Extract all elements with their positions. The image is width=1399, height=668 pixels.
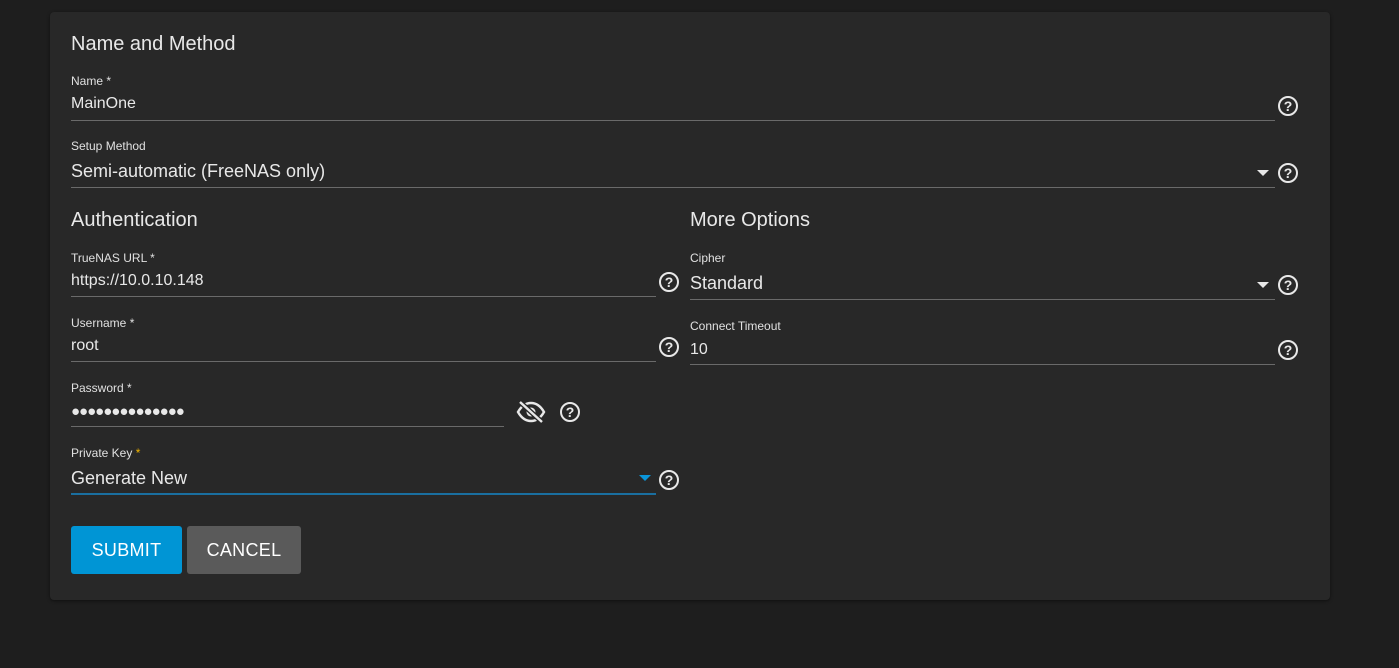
cipher-help-icon[interactable]: ?	[1278, 275, 1298, 295]
setup-method-help-icon[interactable]: ?	[1278, 163, 1298, 183]
setup-method-value[interactable]: Semi-automatic (FreeNAS only)	[71, 161, 325, 181]
cipher-select[interactable]: Cipher Standard	[690, 251, 1275, 301]
username-field[interactable]: Username * root	[71, 316, 656, 364]
truenas-url-underline	[71, 296, 656, 297]
password-input[interactable]: ●●●●●●●●●●●●●●	[71, 402, 185, 422]
visibility-off-icon[interactable]	[516, 400, 546, 424]
connect-timeout-input[interactable]: 10	[690, 340, 708, 360]
connect-timeout-label: Connect Timeout	[690, 319, 781, 333]
section-title-authentication: Authentication	[71, 209, 198, 231]
private-key-value[interactable]: Generate New	[71, 468, 187, 488]
name-help-icon[interactable]: ?	[1278, 96, 1298, 116]
connect-timeout-field[interactable]: Connect Timeout 10	[690, 319, 1275, 367]
submit-button[interactable]: SUBMIT	[71, 526, 182, 574]
replication-form-card: Name and Method Name * MainOne ? Setup M…	[50, 12, 1330, 600]
password-help-icon[interactable]: ?	[560, 402, 580, 422]
name-label: Name *	[71, 74, 112, 88]
name-underline	[71, 120, 1275, 121]
cipher-value[interactable]: Standard	[690, 273, 763, 293]
password-label: Password *	[71, 381, 132, 395]
setup-method-underline	[71, 187, 1275, 188]
cancel-button[interactable]: CANCEL	[187, 526, 301, 574]
username-label: Username *	[71, 316, 135, 330]
username-help-icon[interactable]: ?	[659, 337, 679, 357]
password-field[interactable]: Password * ●●●●●●●●●●●●●●	[71, 381, 504, 429]
username-underline	[71, 361, 656, 362]
setup-method-label: Setup Method	[71, 139, 146, 153]
private-key-underline	[71, 493, 656, 495]
cipher-label: Cipher	[690, 251, 726, 265]
setup-method-select[interactable]: Setup Method Semi-automatic (FreeNAS onl…	[71, 139, 1275, 189]
private-key-label: Private Key *	[71, 446, 141, 460]
truenas-url-help-icon[interactable]: ?	[659, 272, 679, 292]
section-title-name-method: Name and Method	[71, 33, 236, 55]
username-input[interactable]: root	[71, 336, 99, 356]
truenas-url-label: TrueNAS URL *	[71, 251, 155, 265]
setup-method-chevron-down-icon[interactable]	[1257, 170, 1269, 176]
private-key-select[interactable]: Private Key * Generate New	[71, 446, 656, 496]
cipher-underline	[690, 299, 1275, 300]
connect-timeout-underline	[690, 364, 1275, 365]
cipher-chevron-down-icon[interactable]	[1257, 282, 1269, 288]
truenas-url-field[interactable]: TrueNAS URL * https://10.0.10.148	[71, 251, 656, 299]
private-key-chevron-down-icon[interactable]	[639, 475, 651, 481]
name-field[interactable]: Name * MainOne	[71, 74, 1275, 122]
truenas-url-input[interactable]: https://10.0.10.148	[71, 271, 204, 291]
connect-timeout-help-icon[interactable]: ?	[1278, 340, 1298, 360]
password-underline	[71, 426, 504, 427]
section-title-more-options: More Options	[690, 209, 811, 231]
name-input[interactable]: MainOne	[71, 94, 136, 114]
private-key-help-icon[interactable]: ?	[659, 470, 679, 490]
